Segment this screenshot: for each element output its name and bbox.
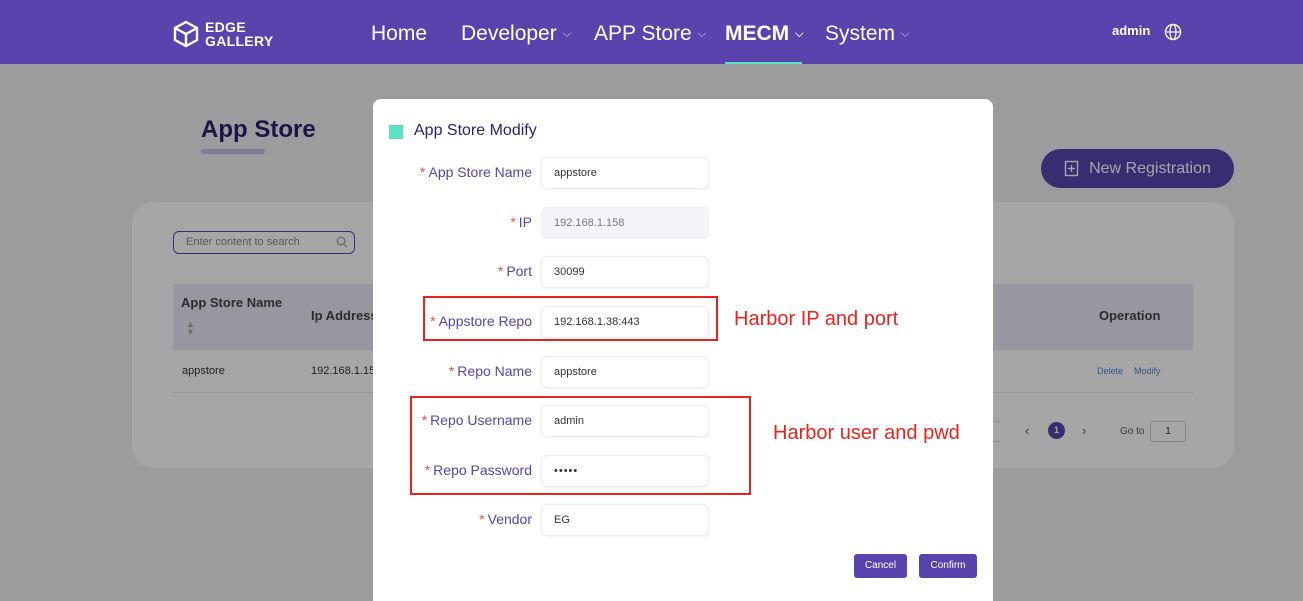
nav-app-store[interactable]: APP Store ⌵	[594, 20, 706, 48]
nav-developer[interactable]: Developer ⌵	[461, 20, 571, 48]
ip-input: 192.168.1.158	[541, 207, 709, 239]
nav-system[interactable]: System ⌵	[825, 20, 909, 48]
harbor-user-pwd-annotation: Harbor user and pwd	[773, 422, 960, 444]
user-menu[interactable]: admin	[1112, 23, 1150, 38]
app-store-name-label-text: App Store Name	[428, 164, 533, 180]
chevron-down-icon: ⌵	[901, 28, 910, 40]
logo-text-line2: GALLERY	[205, 33, 274, 49]
vendor-input[interactable]: EG	[541, 504, 709, 536]
language-globe-icon[interactable]	[1164, 23, 1182, 41]
harbor-user-pwd-highlight	[410, 396, 751, 495]
nav-system-label: System	[825, 22, 896, 45]
logo-text-line1: EDGE	[205, 19, 246, 35]
app-store-name-label: * App Store Name	[420, 164, 532, 180]
port-label-text: Port	[506, 263, 532, 279]
chevron-down-icon: ⌵	[795, 28, 804, 40]
title-marker	[389, 125, 403, 139]
repo-name-label: * Repo Name	[449, 363, 532, 379]
repo-name-label-text: Repo Name	[457, 363, 532, 379]
repo-name-input[interactable]: appstore	[541, 356, 709, 388]
ip-label-text: IP	[518, 214, 532, 230]
nav-home-label: Home	[371, 22, 428, 45]
harbor-ip-port-highlight	[423, 296, 718, 341]
top-navbar: EDGE GALLERY Home Developer ⌵ APP Store …	[0, 0, 1303, 64]
nav-developer-label: Developer	[461, 22, 557, 45]
cube-logo-icon	[173, 20, 199, 48]
ip-label: * IP	[510, 214, 532, 230]
required-mark: *	[497, 263, 504, 279]
nav-app-store-label: APP Store	[594, 22, 692, 45]
required-mark: *	[448, 363, 455, 379]
vendor-label-text: Vendor	[487, 511, 532, 527]
chevron-down-icon: ⌵	[697, 28, 707, 40]
port-label: * Port	[498, 263, 532, 279]
confirm-button[interactable]: Confirm	[919, 554, 977, 578]
nav-mecm[interactable]: MECM ⌵	[725, 20, 804, 48]
port-input[interactable]: 30099	[541, 256, 709, 288]
edgegallery-logo[interactable]: EDGE GALLERY	[172, 20, 273, 48]
nav-mecm-label: MECM	[725, 22, 790, 45]
required-mark: *	[510, 214, 516, 230]
required-mark: *	[479, 511, 485, 527]
chevron-down-icon: ⌵	[562, 28, 572, 40]
harbor-ip-port-annotation: Harbor IP and port	[734, 308, 899, 330]
dialog-title: App Store Modify	[414, 122, 537, 139]
cancel-button[interactable]: Cancel	[854, 554, 907, 578]
vendor-label: * Vendor	[479, 511, 532, 527]
required-mark: *	[420, 164, 426, 180]
app-store-name-input[interactable]: appstore	[541, 157, 709, 189]
nav-home[interactable]: Home	[371, 20, 427, 48]
